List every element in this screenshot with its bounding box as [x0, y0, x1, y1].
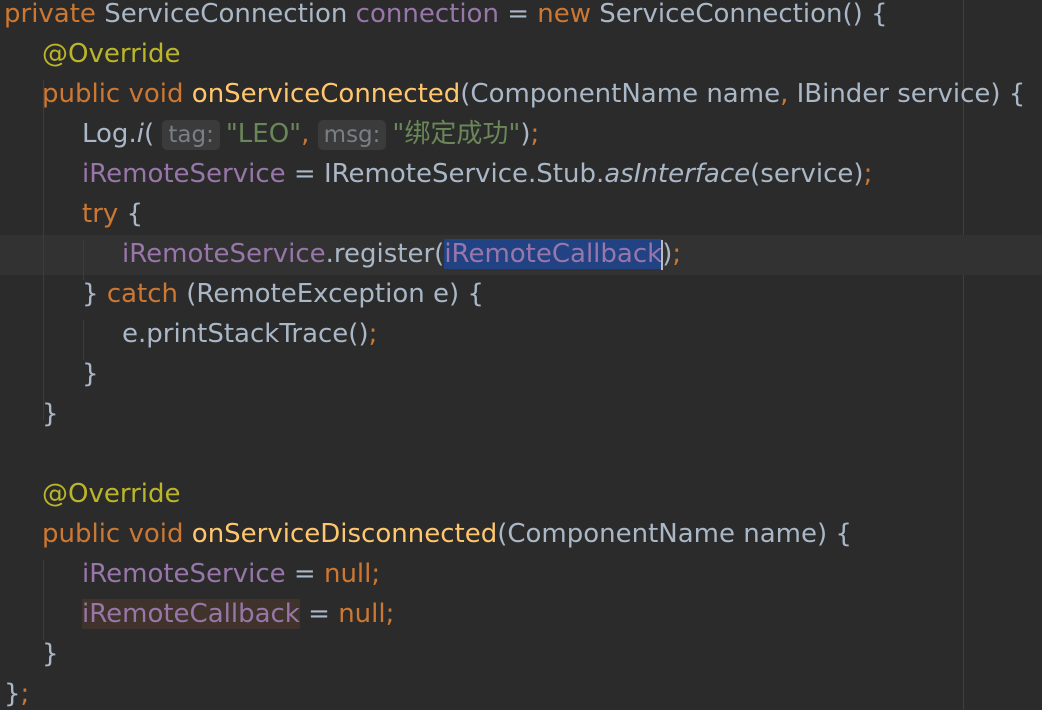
indent-guide — [43, 560, 44, 640]
code-line-7[interactable]: iRemoteService.register(iRemoteCallback)… — [122, 234, 681, 274]
code-line-9[interactable]: e.printStackTrace(); — [122, 314, 377, 354]
keyword-null: null — [338, 599, 386, 629]
code-line-18[interactable]: }; — [4, 674, 29, 710]
semicolon: ; — [371, 559, 381, 589]
assign-operator: = — [498, 0, 538, 29]
constructor-call: ServiceConnection() { — [591, 0, 888, 29]
string-message: "绑定成功" — [392, 119, 521, 149]
string-leo: "LEO" — [225, 119, 302, 149]
field-connection: connection — [355, 0, 499, 29]
semicolon: ; — [20, 679, 30, 709]
close-brace: } — [42, 639, 59, 669]
close-brace: } — [42, 399, 59, 429]
code-line-6[interactable]: try { — [82, 194, 143, 234]
keyword-private: private — [4, 0, 96, 29]
usage-highlight-iremotecallback: iRemoteCallback — [82, 599, 300, 629]
close-brace: } — [82, 279, 107, 309]
type-name: ServiceConnection — [95, 0, 356, 29]
code-line-11[interactable]: } — [42, 394, 59, 434]
keyword-try: try — [82, 199, 119, 229]
close-brace: } — [82, 359, 99, 389]
method-name: onServiceDisconnected — [191, 519, 498, 549]
code-line-10[interactable]: } — [82, 354, 99, 394]
param-hint-msg: msg: — [317, 120, 387, 150]
parameters-rest: IBinder service) { — [788, 79, 1026, 109]
keyword-null: null — [323, 559, 372, 589]
catch-clause: (RemoteException e) { — [178, 279, 484, 309]
print-stack-trace: e.printStackTrace() — [122, 319, 369, 349]
selected-iremotecallback[interactable]: iRemoteCallback — [444, 239, 663, 269]
code-line-15[interactable]: iRemoteService = null; — [82, 554, 380, 594]
field-iremoteservice: iRemoteService — [82, 159, 286, 189]
semicolon: ; — [863, 159, 873, 189]
parameters: (ComponentName name) { — [497, 519, 852, 549]
close-paren: ) — [520, 119, 531, 149]
parameters: (ComponentName name — [460, 79, 781, 109]
code-line-14[interactable]: public void onServiceDisconnected(Compon… — [42, 514, 852, 554]
code-line-8[interactable]: } catch (RemoteException e) { — [82, 274, 484, 314]
assignment-expression: = IRemoteService.Stub. — [285, 159, 605, 189]
register-call: .register( — [325, 239, 445, 269]
assign-operator: = — [285, 559, 324, 589]
param-hint-tag: tag: — [162, 120, 220, 150]
annotation-override: @Override — [42, 479, 181, 509]
code-line-4[interactable]: Log.i( tag: "LEO", msg: "绑定成功"); — [82, 114, 539, 154]
annotation-override: @Override — [42, 39, 181, 69]
code-line-1[interactable]: private ServiceConnection connection = n… — [4, 0, 888, 34]
field-iremoteservice: iRemoteService — [82, 559, 286, 589]
indent-guide — [43, 80, 44, 420]
code-line-17[interactable]: } — [42, 634, 59, 674]
code-editor[interactable]: private ServiceConnection connection = n… — [0, 0, 1042, 710]
semicolon: ; — [672, 239, 682, 269]
code-line-3[interactable]: public void onServiceConnected(Component… — [42, 74, 1025, 114]
code-line-5[interactable]: iRemoteService = IRemoteService.Stub.asI… — [82, 154, 872, 194]
class-log: Log. — [82, 119, 137, 149]
static-method-asinterface: asInterface — [604, 159, 751, 189]
semicolon: ; — [385, 599, 395, 629]
code-line-13[interactable]: @Override — [42, 474, 181, 514]
keyword-public-void: public void — [42, 519, 192, 549]
field-iremoteservice: iRemoteService — [122, 239, 326, 269]
code-line-2[interactable]: @Override — [42, 34, 181, 74]
open-brace: { — [118, 199, 144, 229]
static-method-i: i — [136, 119, 144, 149]
call-args: (service) — [750, 159, 864, 189]
keyword-public-void: public void — [42, 79, 192, 109]
code-line-16[interactable]: iRemoteCallback = null; — [82, 594, 394, 634]
assign-operator: = — [299, 599, 339, 629]
semicolon: ; — [530, 119, 540, 149]
keyword-catch: catch — [106, 279, 179, 309]
keyword-new: new — [537, 0, 592, 29]
comma: , — [301, 119, 310, 149]
method-name: onServiceConnected — [191, 79, 461, 109]
semicolon: ; — [368, 319, 378, 349]
close-brace: } — [4, 679, 21, 709]
open-paren: ( — [143, 119, 155, 149]
close-paren: ) — [662, 239, 673, 269]
